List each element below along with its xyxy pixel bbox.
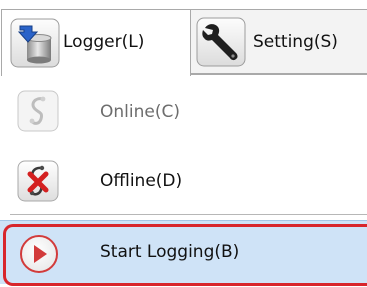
menu-divider: [10, 214, 367, 215]
logger-icon: [10, 18, 60, 68]
menu-item-start-logging[interactable]: Start Logging(B): [0, 220, 367, 284]
tab-logger-label: Logger(L): [63, 32, 145, 52]
offline-icon: [17, 160, 59, 202]
tab-logger[interactable]: Logger(L): [1, 9, 191, 76]
tab-strip: Logger(L) Setting(S): [0, 0, 367, 76]
start-logging-icon: [18, 233, 60, 275]
wrench-icon: [196, 17, 246, 67]
tab-setting[interactable]: Setting(S): [190, 9, 367, 74]
menu-item-offline[interactable]: Offline(D): [0, 150, 367, 212]
menu-item-offline-label: Offline(D): [100, 171, 183, 191]
online-icon: [17, 90, 59, 132]
tab-strip-baseline: [190, 74, 367, 75]
menu-item-online-label: Online(C): [100, 102, 180, 122]
logger-menu-panel: Logger(L) Setting(S) Online(C) Offline(D…: [0, 0, 367, 287]
menu-item-online[interactable]: Online(C): [0, 81, 367, 143]
menu-item-start-logging-label: Start Logging(B): [100, 242, 240, 262]
tab-setting-label: Setting(S): [253, 32, 338, 52]
